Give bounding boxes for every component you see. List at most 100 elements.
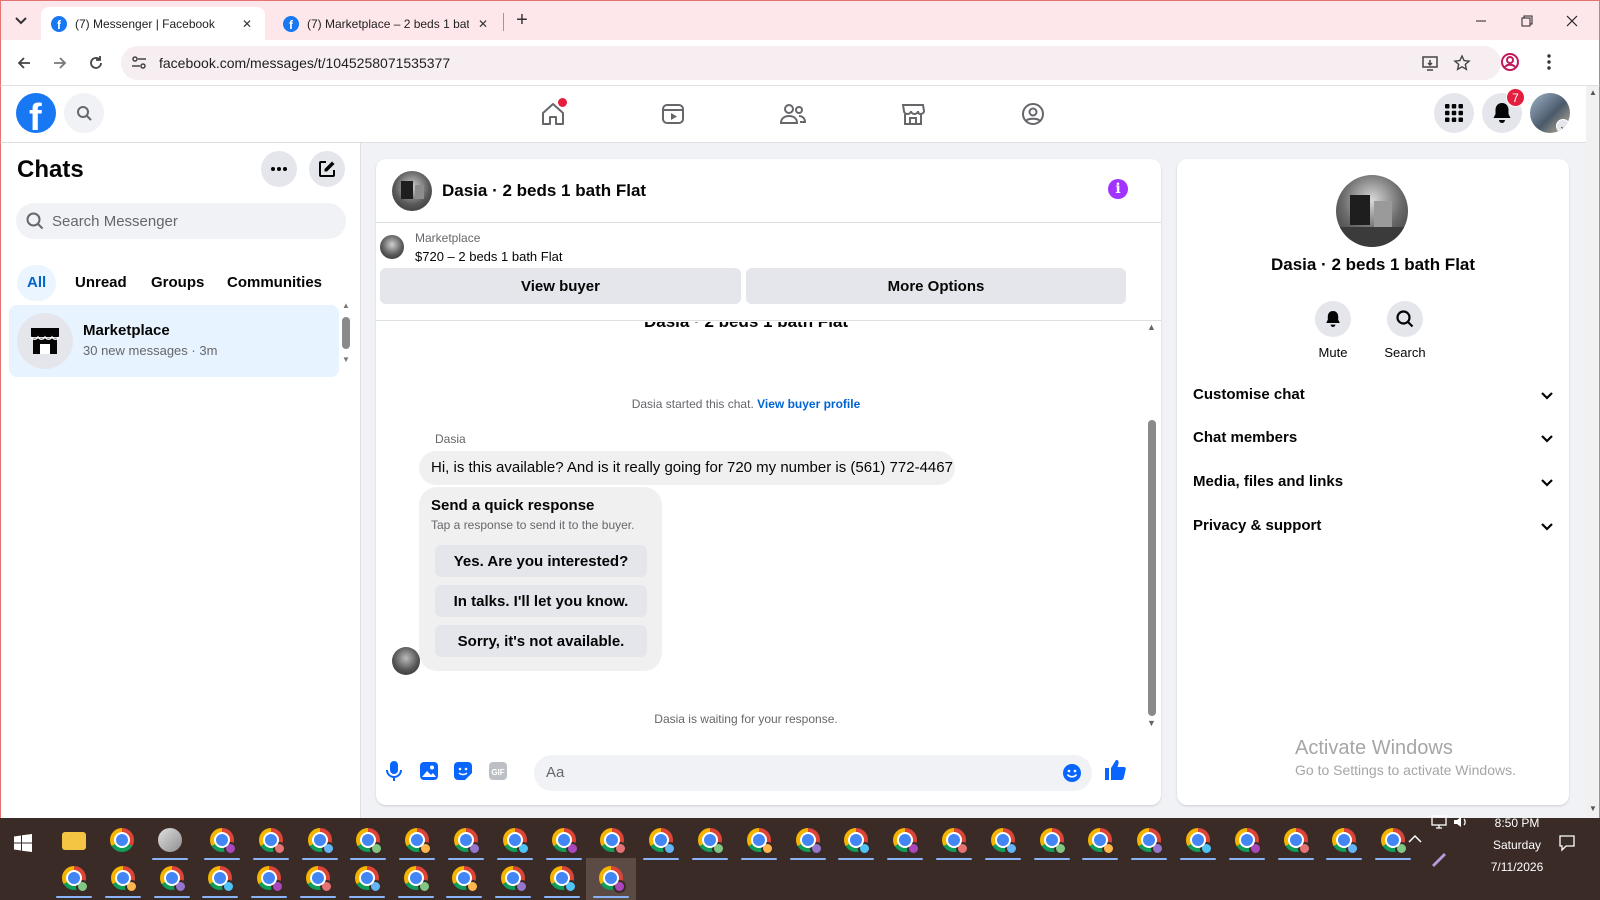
chrome-profile-icon[interactable]	[844, 828, 872, 855]
chrome-profile-icon[interactable]	[454, 828, 481, 855]
url-text[interactable]: facebook.com/messages/t/1045258071535377	[159, 55, 450, 71]
close-tab-icon[interactable]: ✕	[239, 17, 255, 31]
close-window-button[interactable]	[1562, 11, 1582, 31]
chrome-profile-icon[interactable]	[1283, 828, 1311, 855]
file-explorer-icon[interactable]	[62, 832, 86, 850]
restore-button[interactable]	[1517, 11, 1537, 31]
chrome-profile-icon[interactable]	[942, 828, 969, 855]
filter-unread[interactable]: Unread	[63, 265, 139, 301]
chrome-profile-icon[interactable]	[210, 828, 237, 855]
view-buyer-button[interactable]: View buyer	[380, 268, 741, 304]
chrome-profile-icon[interactable]	[159, 866, 187, 893]
chrome-profile-icon[interactable]	[550, 866, 577, 893]
chrome-profile-icon[interactable]	[501, 866, 529, 893]
clock-date[interactable]: 7/11/2026	[1472, 860, 1562, 874]
chrome-profile-icon[interactable]	[356, 828, 384, 855]
chrome-profile-icon[interactable]	[403, 866, 431, 893]
send-like-button[interactable]	[1104, 759, 1128, 783]
omnibox[interactable]: facebook.com/messages/t/1045258071535377	[121, 46, 1501, 80]
network-icon[interactable]	[1430, 814, 1448, 830]
chrome-profile-icon[interactable]	[110, 828, 134, 852]
notifications-button[interactable]: 7	[1482, 88, 1525, 133]
filter-communities[interactable]: Communities	[215, 265, 334, 301]
media-files-links-section[interactable]: Media, files and links	[1193, 473, 1553, 490]
chrome-profile-icon[interactable]	[1234, 828, 1262, 855]
tab-search-button[interactable]	[9, 9, 33, 33]
install-app-icon[interactable]	[1421, 54, 1439, 72]
account-avatar[interactable]: ⌄	[1530, 93, 1570, 133]
tab-marketplace[interactable]: f (7) Marketplace – 2 beds 1 bath ✕	[273, 7, 501, 41]
tab-messenger[interactable]: f (7) Messenger | Facebook ✕	[41, 7, 265, 41]
show-hidden-icons-button[interactable]	[1408, 834, 1422, 844]
chrome-profile-icon[interactable]	[893, 828, 921, 855]
message-scrollbar[interactable]: ▲ ▼	[1146, 322, 1158, 732]
minimize-button[interactable]	[1471, 11, 1491, 31]
back-button[interactable]	[12, 51, 36, 75]
chrome-profile-icon[interactable]	[1186, 828, 1213, 855]
facebook-search-button[interactable]	[64, 93, 104, 133]
gif-button[interactable]: GIF	[488, 761, 512, 785]
nav-friends[interactable]	[773, 96, 813, 132]
reload-button[interactable]	[84, 51, 108, 75]
chrome-profile-icon[interactable]	[746, 828, 774, 855]
conversation-title[interactable]: Dasia · 2 beds 1 bath Flat	[442, 181, 646, 201]
chrome-profile-icon[interactable]	[1039, 828, 1067, 855]
new-message-button[interactable]	[309, 151, 345, 187]
chrome-profile-icon[interactable]	[1137, 828, 1165, 855]
message-bubble[interactable]: Hi, is this available? And is it really …	[419, 451, 955, 485]
chrome-profile-icon[interactable]	[307, 828, 335, 855]
facebook-logo[interactable]: f	[16, 93, 56, 133]
sidebar-scrollbar[interactable]: ▲ ▼	[341, 301, 351, 367]
nav-home[interactable]	[533, 96, 573, 132]
filter-all[interactable]: All	[17, 265, 57, 301]
search-messenger-input[interactable]: Search Messenger	[16, 203, 346, 239]
chrome-profile-icon[interactable]	[1332, 828, 1360, 855]
new-tab-button[interactable]: +	[510, 9, 534, 33]
chrome-profile-icon[interactable]	[649, 828, 677, 855]
forward-button[interactable]	[48, 51, 72, 75]
chrome-profile-icon[interactable]	[600, 828, 628, 855]
nav-video[interactable]	[653, 96, 693, 132]
chrome-profile-icon[interactable]	[62, 866, 89, 893]
volume-icon[interactable]	[1452, 814, 1470, 830]
message-list[interactable]: Dasia · 2 beds 1 bath Flat Dasia started…	[376, 322, 1161, 742]
view-buyer-profile-link[interactable]: View buyer profile	[757, 397, 860, 411]
quick-reply-not-available[interactable]: Sorry, it's not available.	[435, 625, 647, 657]
more-options-button[interactable]: More Options	[746, 268, 1126, 304]
clock-time[interactable]: 8:50 PM	[1472, 816, 1562, 830]
chat-options-button[interactable]	[261, 151, 297, 187]
app-icon[interactable]	[158, 828, 182, 852]
chrome-profile-icon[interactable]	[598, 866, 626, 893]
profile-button[interactable]	[1500, 52, 1520, 72]
chrome-profile-icon[interactable]	[1088, 828, 1116, 855]
chrome-profile-icon[interactable]	[405, 828, 433, 855]
voice-clip-button[interactable]	[384, 760, 408, 784]
bookmark-star-icon[interactable]	[1453, 54, 1471, 72]
sticker-button[interactable]	[453, 761, 477, 785]
chrome-profile-icon[interactable]	[795, 828, 823, 855]
quick-reply-in-talks[interactable]: In talks. I'll let you know.	[435, 585, 647, 617]
chrome-profile-icon[interactable]	[990, 828, 1018, 855]
chrome-profile-icon[interactable]	[258, 828, 286, 855]
customise-chat-section[interactable]: Customise chat	[1193, 386, 1553, 403]
conversation-info-button[interactable]: i	[1108, 179, 1128, 199]
chrome-profile-icon[interactable]	[502, 828, 530, 855]
message-input[interactable]: Aa	[534, 755, 1092, 791]
nav-marketplace[interactable]	[893, 96, 933, 132]
chrome-profile-icon[interactable]	[208, 866, 236, 893]
privacy-support-section[interactable]: Privacy & support	[1193, 517, 1553, 534]
chrome-profile-icon[interactable]	[306, 866, 333, 893]
chrome-profile-icon[interactable]	[257, 866, 285, 893]
chat-list-item-marketplace[interactable]: Marketplace 30 new messages · 3m	[9, 305, 339, 377]
clock-day[interactable]: Saturday	[1472, 838, 1562, 852]
search-in-conversation-button[interactable]	[1387, 301, 1423, 337]
conversation-avatar[interactable]	[392, 171, 432, 211]
site-info-icon[interactable]	[131, 56, 147, 70]
pen-workspace-icon[interactable]	[1430, 851, 1448, 867]
chrome-profile-icon[interactable]	[551, 828, 579, 855]
info-avatar[interactable]	[1336, 175, 1408, 247]
chrome-profile-icon[interactable]	[698, 828, 725, 855]
listing-title[interactable]: $720 – 2 beds 1 bath Flat	[415, 249, 562, 264]
emoji-icon[interactable]	[1062, 763, 1082, 783]
mute-button[interactable]	[1315, 301, 1351, 337]
